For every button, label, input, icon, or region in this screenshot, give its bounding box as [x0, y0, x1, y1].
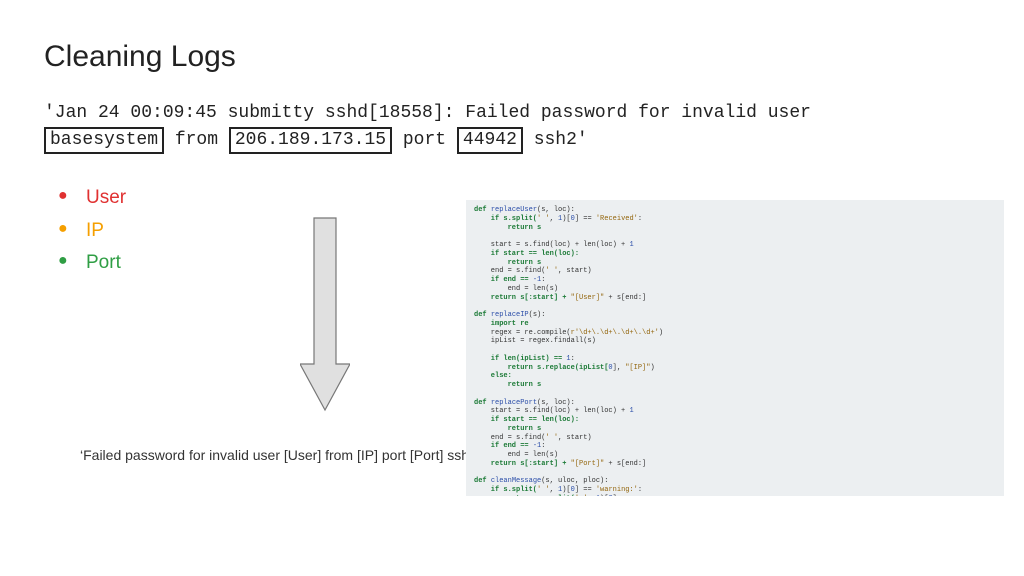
highlight-user: basesystem — [44, 127, 164, 154]
code-block: def replaceUser(s, loc): if s.split(' ',… — [466, 200, 1004, 496]
cleaned-log-output: ‘Failed password for invalid user [User]… — [80, 447, 480, 463]
highlight-ip: 206.189.173.15 — [229, 127, 392, 154]
highlight-port: 44942 — [457, 127, 523, 154]
slide-title: Cleaning Logs — [44, 40, 980, 74]
log-suffix: ssh2' — [523, 130, 588, 150]
log-mid1: from — [164, 130, 229, 150]
down-arrow-icon — [300, 214, 350, 414]
log-prefix: 'Jan 24 00:09:45 submitty sshd[18558]: F… — [44, 103, 822, 123]
log-mid2: port — [392, 130, 457, 150]
log-example: 'Jan 24 00:09:45 submitty sshd[18558]: F… — [44, 100, 980, 154]
slide: Cleaning Logs 'Jan 24 00:09:45 submitty … — [0, 0, 1024, 576]
